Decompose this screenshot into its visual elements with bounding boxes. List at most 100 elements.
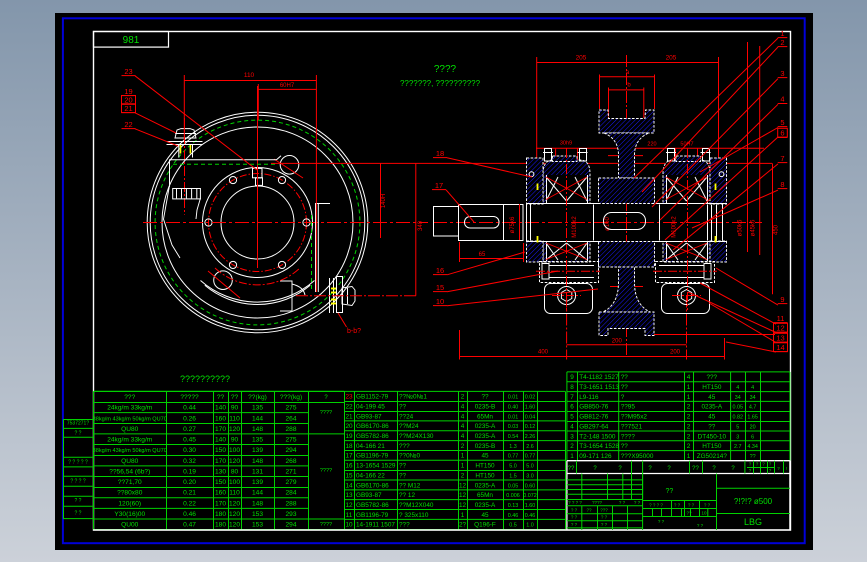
svg-text:??0№0: ??0№0 (399, 453, 421, 460)
svg-text:? ?: ? ? (634, 500, 641, 505)
svg-text:? ? ? ? ?: ? ? ? ? ? (68, 460, 88, 466)
svg-text:4.7: 4.7 (749, 405, 757, 411)
svg-text:80: 80 (231, 468, 239, 475)
svg-text:153: 153 (252, 511, 263, 518)
svg-text:????: ???? (621, 433, 636, 440)
svg-text:0.45: 0.45 (183, 437, 196, 444)
svg-text:GB850-76: GB850-76 (579, 404, 609, 411)
svg-text:GB812-76: GB812-76 (579, 414, 609, 421)
svg-text:? ? ? ?: ? ? ? ? (70, 479, 86, 485)
svg-text:1: 1 (687, 394, 691, 401)
svg-text:268: 268 (285, 458, 296, 465)
svg-text:2: 2 (570, 443, 574, 450)
svg-text:0235-A: 0235-A (701, 404, 722, 411)
svg-text:1.5: 1.5 (509, 473, 517, 479)
svg-text:120: 120 (229, 500, 240, 507)
svg-text:4.34: 4.34 (747, 444, 758, 450)
svg-text:???: ??? (399, 522, 410, 529)
svg-text:? ?: ? ? (601, 522, 608, 527)
svg-text:?!?!? ø500: ?!?!? ø500 (734, 497, 773, 506)
svg-text:1: 1 (780, 29, 784, 38)
svg-text:? ?: ? ? (571, 508, 578, 513)
svg-text:??24: ??24 (399, 413, 414, 420)
svg-text:??: ?? (399, 404, 407, 411)
svg-text:GB1196-79: GB1196-79 (356, 512, 389, 519)
svg-text:??: ?? (750, 454, 756, 460)
svg-text:??: ?? (399, 472, 407, 479)
svg-text:21: 21 (124, 104, 132, 113)
svg-text:0.26: 0.26 (183, 415, 196, 422)
svg-text:DT450-10: DT450-10 (698, 433, 727, 440)
svg-text:22: 22 (124, 120, 132, 129)
svg-text:2?: 2? (459, 522, 467, 529)
svg-text:T4-1182 1527: T4-1182 1527 (579, 374, 619, 381)
svg-text:? ?: ? ? (571, 522, 578, 527)
svg-text:148: 148 (252, 426, 263, 433)
svg-text:65: 65 (479, 252, 486, 258)
svg-text:110: 110 (244, 72, 255, 79)
svg-text:??: ?? (586, 508, 592, 513)
svg-text:??: ?? (231, 394, 239, 401)
svg-text:16: 16 (345, 463, 353, 470)
svg-text:1: 1 (570, 453, 574, 460)
svg-text:???: ??? (600, 508, 608, 513)
svg-text:04-199 45: 04-199 45 (356, 404, 385, 411)
svg-text:60H7: 60H7 (280, 83, 295, 89)
svg-text:0.05: 0.05 (733, 405, 744, 411)
svg-text:23: 23 (345, 394, 353, 401)
svg-text:??: ?? (621, 443, 629, 450)
svg-text:18: 18 (436, 149, 444, 158)
svg-text:284: 284 (285, 490, 296, 497)
svg-text:120: 120 (229, 511, 240, 518)
svg-text:288: 288 (285, 500, 296, 507)
svg-text:0.77: 0.77 (508, 454, 519, 460)
svg-text:3: 3 (780, 69, 784, 78)
svg-text:0235-B: 0235-B (475, 404, 496, 411)
svg-text:??M12X040: ??M12X040 (399, 502, 434, 509)
svg-text:M100x2: M100x2 (572, 216, 578, 238)
svg-text:9: 9 (570, 374, 574, 381)
svg-text:??71,70: ??71,70 (118, 479, 142, 486)
svg-text:0.46: 0.46 (525, 513, 536, 519)
svg-text:13: 13 (776, 334, 784, 343)
svg-text:293: 293 (285, 511, 296, 518)
svg-text:12: 12 (776, 324, 784, 333)
svg-text:160: 160 (215, 415, 226, 422)
svg-text:10: 10 (345, 522, 353, 529)
svg-text:?? 12: ?? 12 (399, 492, 415, 499)
svg-text:65Mn: 65Mn (477, 492, 493, 499)
svg-text:205: 205 (576, 55, 587, 62)
svg-text:22: 22 (345, 404, 353, 411)
svg-text:GB93-87: GB93-87 (356, 492, 382, 499)
svg-text:??: ?? (481, 394, 489, 401)
svg-text:148: 148 (252, 500, 263, 507)
svg-text:11: 11 (777, 314, 785, 323)
svg-text:??: ?? (399, 463, 407, 470)
svg-text:5.0: 5.0 (509, 464, 517, 470)
svg-text:17: 17 (435, 181, 443, 190)
svg-text:0.82: 0.82 (733, 415, 744, 421)
svg-text:450: 450 (774, 224, 780, 235)
svg-text:7: 7 (570, 394, 574, 401)
svg-text:???: ??? (124, 394, 135, 401)
svg-text:0.54: 0.54 (508, 434, 519, 440)
svg-text:??????????: ?????????? (180, 374, 230, 384)
svg-text:GB6170-86: GB6170-86 (356, 423, 389, 430)
svg-text:400: 400 (538, 350, 549, 356)
svg-text:!: ! (786, 466, 787, 471)
svg-text:0.21: 0.21 (183, 490, 196, 497)
svg-text:4: 4 (461, 423, 465, 430)
svg-text:23: 23 (124, 67, 132, 76)
svg-text:? ?: ? ? (674, 503, 681, 508)
svg-text:5: 5 (736, 424, 739, 430)
svg-text:264: 264 (285, 415, 296, 422)
svg-text:? ?: ? ? (75, 431, 82, 437)
svg-text:5: 5 (780, 118, 784, 127)
svg-text:0235-A: 0235-A (475, 502, 496, 509)
svg-text:4: 4 (461, 413, 465, 420)
svg-text:0.04: 0.04 (525, 414, 536, 420)
svg-text:??80x80: ??80x80 (117, 490, 143, 497)
svg-text:??: ?? (568, 466, 575, 472)
svg-text:2: 2 (461, 472, 465, 479)
svg-text:???: ??? (706, 374, 717, 381)
